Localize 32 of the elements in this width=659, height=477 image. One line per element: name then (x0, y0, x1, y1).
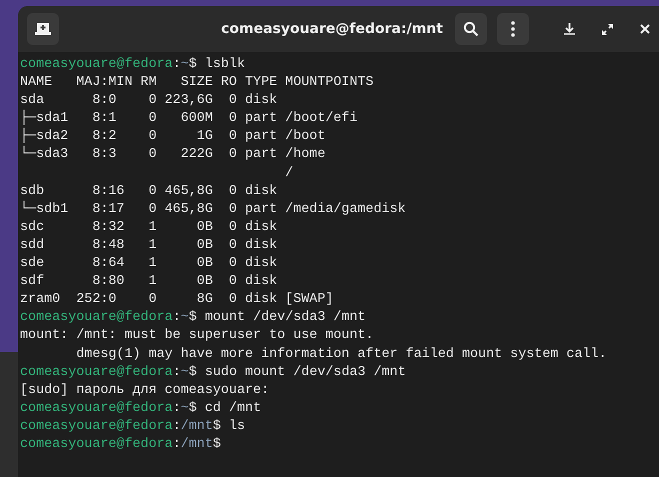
prompt-line: comeasyouare@fedora:/mnt$ ls (20, 418, 246, 436)
prompt-line: comeasyouare@fedora:~$ mount /dev/sda3 /mnt (20, 309, 366, 328)
new-tab-icon (35, 22, 51, 36)
prompt-line: comeasyouare@fedora:/mnt$ (20, 436, 221, 454)
output-line: sdf 8:80 1 0B 0 disk (20, 273, 278, 292)
output-line: mount: /mnt: must be superuser to use mount. (20, 327, 374, 346)
menu-icon (511, 21, 515, 37)
output-line: [sudo] пароль для comeasyouare: (20, 382, 270, 400)
search-icon (463, 21, 479, 37)
output-line: └─sdb1 8:17 0 465,8G 0 part /media/gamedisk (20, 200, 406, 219)
output-line: sda 8:0 0 223,6G 0 disk (20, 92, 278, 110)
prompt-line: comeasyouare@fedora:~$ sudo mount /dev/sda3 /mnt (20, 364, 406, 382)
expand-icon (600, 22, 614, 36)
output-line: └─sda3 8:3 0 222G 0 part /home (20, 146, 326, 164)
output-line: sdc 8:32 1 0B 0 disk (20, 218, 278, 237)
window-title: comeasyouare@fedora:/mnt (220, 20, 444, 38)
output-line: ├─sda1 8:1 0 600M 0 part /boot/efi (20, 110, 358, 128)
prompt-line: comeasyouare@fedora:~$ cd /mnt (20, 400, 262, 418)
output-line: ├─sda2 8:2 0 1G 0 part /boot (20, 128, 326, 146)
download-icon (564, 23, 574, 35)
output-line: sdb 8:16 0 465,8G 0 disk (20, 182, 278, 200)
new-tab-button[interactable] (27, 13, 59, 45)
output-line: sdd 8:48 1 0B 0 disk (20, 236, 278, 255)
output-line: / (284, 164, 294, 183)
search-button[interactable] (455, 13, 487, 45)
output-line: dmesg(1) may have more information after failed mount system call. (75, 346, 607, 364)
output-line: sde 8:64 1 0B 0 disk (20, 255, 278, 274)
prompt-line: comeasyouare@fedora:~$ lsblk (20, 56, 246, 74)
close-icon (640, 24, 650, 34)
output-line: zram0 252:0 0 8G 0 disk [SWAP] (20, 291, 334, 310)
output-line: NAME MAJ:MIN RM SIZE RO TYPE MOUNTPOINTS (20, 74, 374, 92)
menu-button[interactable] (497, 13, 529, 45)
